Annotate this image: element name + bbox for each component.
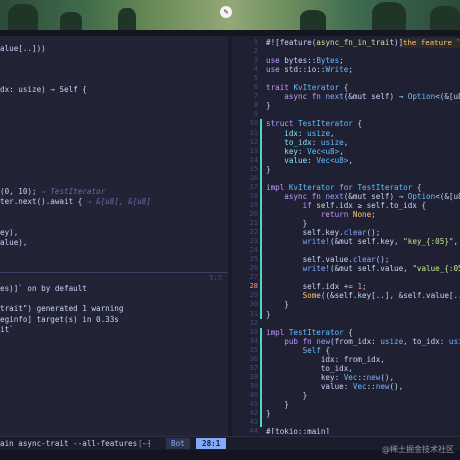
code-line: } xyxy=(266,309,271,319)
line-number: 34 xyxy=(249,336,258,345)
left-code-line: ey), xyxy=(0,227,19,237)
line-number: 12 xyxy=(249,137,258,146)
collapse-button[interactable]: [-] xyxy=(138,439,152,448)
line-number: 11 xyxy=(249,128,258,137)
line-number: 8 xyxy=(253,101,258,110)
line-number: 15 xyxy=(249,164,258,173)
line-number: 25 xyxy=(249,255,258,264)
line-number: 26 xyxy=(249,264,258,273)
code-line: use std::io::Write; xyxy=(266,65,353,75)
code-line: #[tokio::main] xyxy=(266,427,331,434)
line-number: 13 xyxy=(249,146,258,155)
line-number: 3 xyxy=(253,56,258,65)
code-line: write!(&mut self.key, "key_{:05}", self.… xyxy=(266,237,459,247)
watermark: @稀土掘金技术社区 xyxy=(382,445,454,454)
line-number: 37 xyxy=(249,363,258,372)
code-line: } xyxy=(266,164,271,174)
line-number: 10 xyxy=(249,119,258,128)
line-number: 7 xyxy=(253,92,258,101)
line-number-gutter: 1 2 3 4 5 6 7 8 9 10 11 12 13 14 15 16 17 18 19 20 21 22 23 24 2… xyxy=(232,36,262,434)
right-editor-pane[interactable]: 1 2 3 4 5 6 7 8 9 10 11 12 13 14 15 16 17 18 19 20 21 22 23 24 2… xyxy=(232,36,460,434)
line-number: 22 xyxy=(249,228,258,237)
left-code-line: dx: usize) → Self { xyxy=(0,84,87,94)
line-number: 24 xyxy=(249,246,258,255)
inlay-type-hint: ⇒ TestIterator xyxy=(41,186,106,196)
git-change-indicator xyxy=(260,119,262,319)
git-change-indicator xyxy=(260,327,262,428)
code-line: async fn next(&mut self) → Option<(&[u8]… xyxy=(266,92,460,102)
line-number: 20 xyxy=(249,209,258,218)
line-number: 32 xyxy=(249,318,258,327)
line-number: 33 xyxy=(249,327,258,336)
line-number: 18 xyxy=(249,191,258,200)
line-number: 30 xyxy=(249,300,258,309)
line-number: 1 xyxy=(253,38,258,46)
line-number: 39 xyxy=(249,381,258,390)
terminal-output-line: es)]` on by default xyxy=(0,284,87,293)
left-pane[interactable]: alue[..])) dx: usize) → Self { (0, 10); ⇒ … xyxy=(0,36,228,436)
line-number: 16 xyxy=(249,173,258,182)
cursor-position: 28:1 xyxy=(196,438,227,449)
line-number: 27 xyxy=(249,273,258,282)
terminal-output-line: it` xyxy=(0,324,14,334)
terminal-position: 5:5 xyxy=(209,274,222,282)
mode-indicator: Bot xyxy=(166,438,190,449)
left-code-line: alue), xyxy=(0,237,28,247)
line-number: 17 xyxy=(249,182,258,191)
left-code-line: ter.next().await { ⇒ &[u8], &[u8] xyxy=(0,197,151,206)
line-number: 4 xyxy=(253,65,258,74)
line-number: 29 xyxy=(249,291,258,300)
terminal-separator xyxy=(0,272,228,273)
line-number: 23 xyxy=(249,237,258,246)
line-number: 42 xyxy=(249,409,258,418)
line-number: 40 xyxy=(249,390,258,399)
line-number: 21 xyxy=(249,219,258,227)
line-number: 9 xyxy=(253,110,258,119)
line-number: 6 xyxy=(253,83,258,92)
desktop-wallpaper: ✎ xyxy=(0,0,460,30)
diagnostic-hint: the feature `a xyxy=(400,38,460,48)
terminal-output-line: trait") generated 1 warning xyxy=(0,304,124,314)
line-number: 28 xyxy=(249,282,258,291)
left-code-line: (0, 10); ⇒ TestIterator xyxy=(0,186,106,196)
inlay-type-hint: ⇒ &[u8], &[u8] xyxy=(86,197,151,206)
line-number: 35 xyxy=(249,345,258,354)
terminal-output-line: eginfo] target(s) in 0.33s xyxy=(0,314,119,324)
line-number: 38 xyxy=(249,372,258,381)
line-number: 19 xyxy=(249,200,258,209)
code-line: } xyxy=(266,409,271,419)
line-number: 36 xyxy=(249,354,258,363)
pencil-icon[interactable]: ✎ xyxy=(220,6,232,18)
status-command: ain async-trait --all-features -- xyxy=(0,439,151,448)
line-number: 5 xyxy=(253,74,258,83)
line-number: 14 xyxy=(249,155,258,164)
code-line: Some((&self.key[..], &self.value[..])) xyxy=(266,291,460,301)
line-number: 44 xyxy=(249,427,258,434)
code-line: #![feature(async_fn_in_trait)] xyxy=(266,38,404,47)
line-number: 2 xyxy=(253,47,258,56)
code-line: write!(&mut self.value, "value_{:05}", s… xyxy=(266,264,460,274)
line-number: 31 xyxy=(249,309,258,318)
left-code-line: alue[..])) xyxy=(0,44,46,53)
line-number: 43 xyxy=(249,418,258,427)
code-line: } xyxy=(266,101,271,111)
code-line: value: Vec<u8>, xyxy=(266,155,353,165)
line-number: 41 xyxy=(249,400,258,408)
